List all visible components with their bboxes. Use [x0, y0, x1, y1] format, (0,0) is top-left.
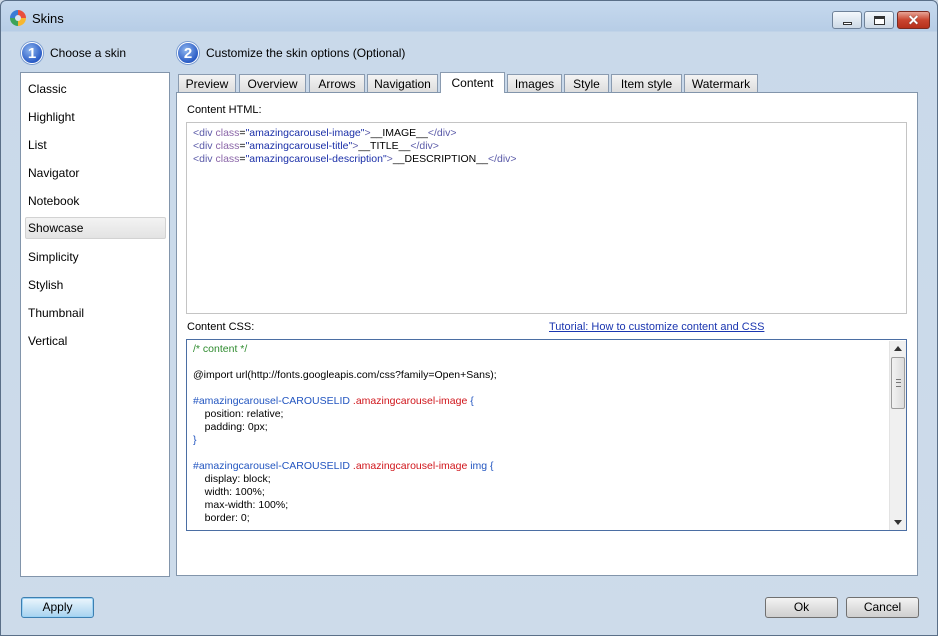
css-line-4 — [193, 382, 882, 395]
tab-navigation[interactable]: Navigation — [367, 74, 438, 93]
css-line-6: position: relative; — [193, 408, 284, 420]
apply-button[interactable]: Apply — [21, 597, 94, 618]
skins-dialog: Skins ✕ 1 Choose a skin 2 Customize the … — [0, 0, 938, 636]
css-line-11: display: block; — [193, 473, 271, 485]
skin-item-vertical[interactable]: Vertical — [25, 330, 166, 352]
skin-item-simplicity[interactable]: Simplicity — [25, 246, 166, 268]
tab-item-style[interactable]: Item style — [611, 74, 682, 93]
minimize-icon — [842, 21, 852, 25]
tab-preview[interactable]: Preview — [178, 74, 236, 93]
css-line-5: #amazingcarousel-CAROUSELID .amazingcaro… — [193, 395, 474, 407]
minimize-button[interactable] — [832, 11, 862, 29]
tab-style[interactable]: Style — [564, 74, 609, 93]
close-button[interactable]: ✕ — [897, 11, 930, 29]
content-css-editor[interactable]: /* content */ @import url(http://fonts.g… — [186, 339, 907, 531]
css-line-13: max-width: 100%; — [193, 499, 289, 511]
skin-item-highlight[interactable]: Highlight — [25, 106, 166, 128]
scrollbar-thumb[interactable] — [891, 357, 905, 409]
tab-content[interactable]: Content — [440, 72, 505, 93]
skin-item-navigator[interactable]: Navigator — [25, 162, 166, 184]
scroll-up-arrow-icon[interactable] — [894, 346, 902, 351]
skin-item-list[interactable]: List — [25, 134, 166, 156]
skin-item-stylish[interactable]: Stylish — [25, 274, 166, 296]
html-line-3: <div class="amazingcarousel-description"… — [193, 153, 517, 165]
css-line-14: border: 0; — [193, 512, 250, 524]
skin-item-notebook[interactable]: Notebook — [25, 190, 166, 212]
maximize-icon — [873, 15, 885, 25]
title-bar: Skins ✕ — [1, 1, 937, 35]
tab-overview[interactable]: Overview — [239, 74, 306, 93]
step-1-label: Choose a skin — [50, 46, 127, 60]
app-logo-icon — [10, 10, 26, 26]
tab-images[interactable]: Images — [507, 74, 562, 93]
step-1-badge: 1 — [21, 42, 43, 64]
scroll-down-arrow-icon[interactable] — [894, 520, 902, 525]
css-line-7: padding: 0px; — [193, 421, 268, 433]
ok-button[interactable]: Ok — [765, 597, 838, 618]
cancel-button[interactable]: Cancel — [846, 597, 919, 618]
content-html-label: Content HTML: — [187, 104, 262, 116]
html-line-1: <div class="amazingcarousel-image">__IMA… — [193, 127, 457, 139]
css-line-12: width: 100%; — [193, 486, 265, 498]
skin-list[interactable]: Classic Highlight List Navigator Noteboo… — [20, 72, 170, 577]
tab-watermark[interactable]: Watermark — [684, 74, 758, 93]
css-scrollbar[interactable] — [889, 341, 906, 530]
maximize-button[interactable] — [864, 11, 894, 29]
css-line-1: /* content */ — [193, 343, 248, 355]
tab-arrows[interactable]: Arrows — [309, 74, 365, 93]
tutorial-link[interactable]: Tutorial: How to customize content and C… — [549, 321, 764, 333]
html-line-2: <div class="amazingcarousel-title">__TIT… — [193, 140, 439, 152]
css-line-10: #amazingcarousel-CAROUSELID .amazingcaro… — [193, 460, 494, 472]
content-css-label: Content CSS: — [187, 321, 255, 333]
css-line-3: @import url(http://fonts.googleapis.com/… — [193, 369, 497, 381]
skin-item-thumbnail[interactable]: Thumbnail — [25, 302, 166, 324]
step-2-badge: 2 — [177, 42, 199, 64]
window-title: Skins — [32, 11, 64, 26]
css-line-8: } — [193, 434, 197, 446]
grip-icon — [896, 379, 901, 387]
skin-item-classic[interactable]: Classic — [25, 78, 166, 100]
step-2-label: Customize the skin options (Optional) — [206, 46, 406, 60]
skin-item-showcase[interactable]: Showcase — [25, 217, 166, 239]
css-line-9 — [193, 447, 882, 460]
step-choose-skin: 1 Choose a skin — [21, 42, 126, 64]
step-customize: 2 Customize the skin options (Optional) — [177, 42, 405, 64]
content-html-editor[interactable]: <div class="amazingcarousel-image">__IMA… — [186, 122, 907, 314]
close-icon: ✕ — [907, 12, 920, 28]
css-line-2 — [193, 356, 882, 369]
